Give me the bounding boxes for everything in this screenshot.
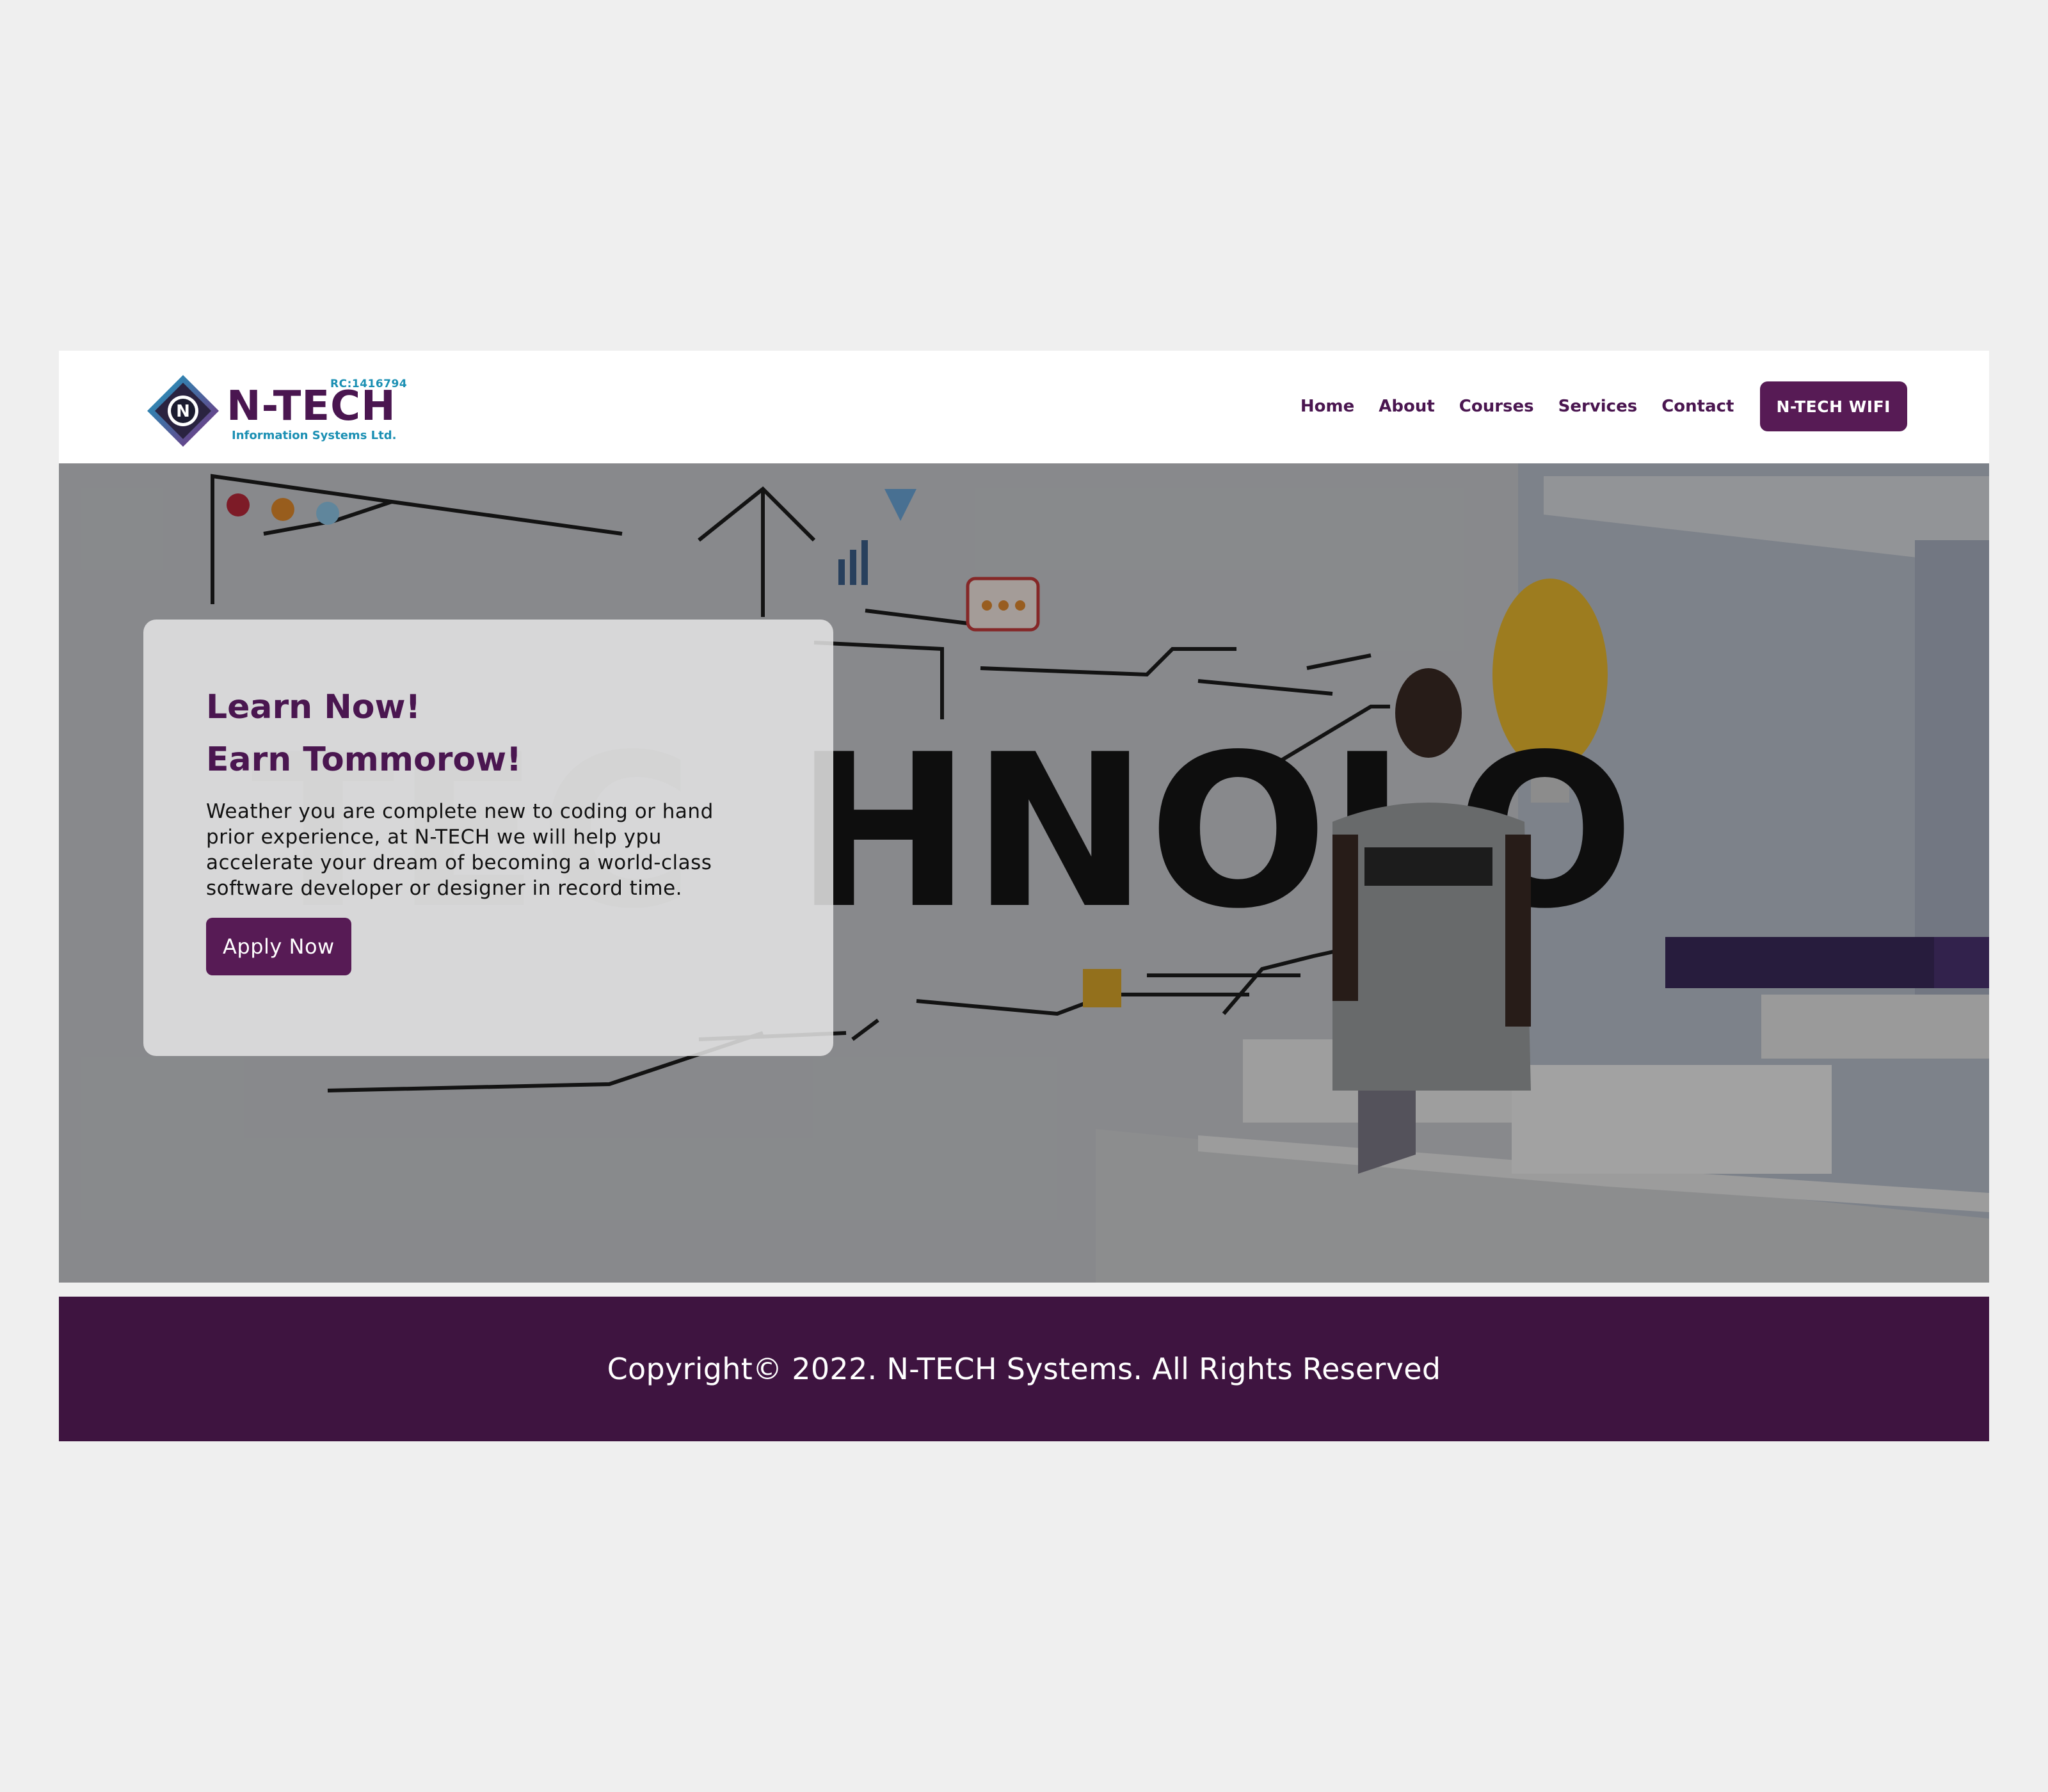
footer-copyright: Copyright© 2022. N-TECH Systems. All Rig… — [607, 1352, 1441, 1386]
nav-courses[interactable]: Courses — [1459, 397, 1534, 416]
hero-section: HNOLO TEC Learn Now! Earn Tommorow! Weat… — [59, 463, 1989, 1283]
nav-contact[interactable]: Contact — [1661, 397, 1734, 416]
company-logo[interactable]: N RC:1416794 N-TECH Information Systems … — [145, 372, 413, 449]
site-footer: Copyright© 2022. N-TECH Systems. All Rig… — [59, 1297, 1989, 1441]
nav-home[interactable]: Home — [1300, 397, 1354, 416]
logo-name: N-TECH — [227, 383, 396, 430]
hero-description: Weather you are complete new to coding o… — [206, 800, 714, 900]
nav-services[interactable]: Services — [1558, 397, 1638, 416]
ntech-wifi-button[interactable]: N-TECH WIFI — [1759, 381, 1907, 431]
nav-about[interactable]: About — [1379, 397, 1435, 416]
logo-mark-letter: N — [176, 402, 190, 421]
hero-title-line2: Earn Tommorow! — [206, 740, 522, 779]
logo-subtitle: Information Systems Ltd. — [232, 429, 397, 442]
hero-title-line1: Learn Now! — [206, 688, 421, 726]
main-nav: Home About Courses Services Contact N-TE… — [1300, 381, 1907, 431]
apply-now-button[interactable]: Apply Now — [206, 918, 351, 975]
logo-mark-icon: N — [147, 375, 219, 447]
site-header: N RC:1416794 N-TECH Information Systems … — [59, 351, 1989, 463]
hero-card: Learn Now! Earn Tommorow! Weather you ar… — [143, 620, 833, 1056]
landing-page: N RC:1416794 N-TECH Information Systems … — [59, 351, 1989, 1441]
